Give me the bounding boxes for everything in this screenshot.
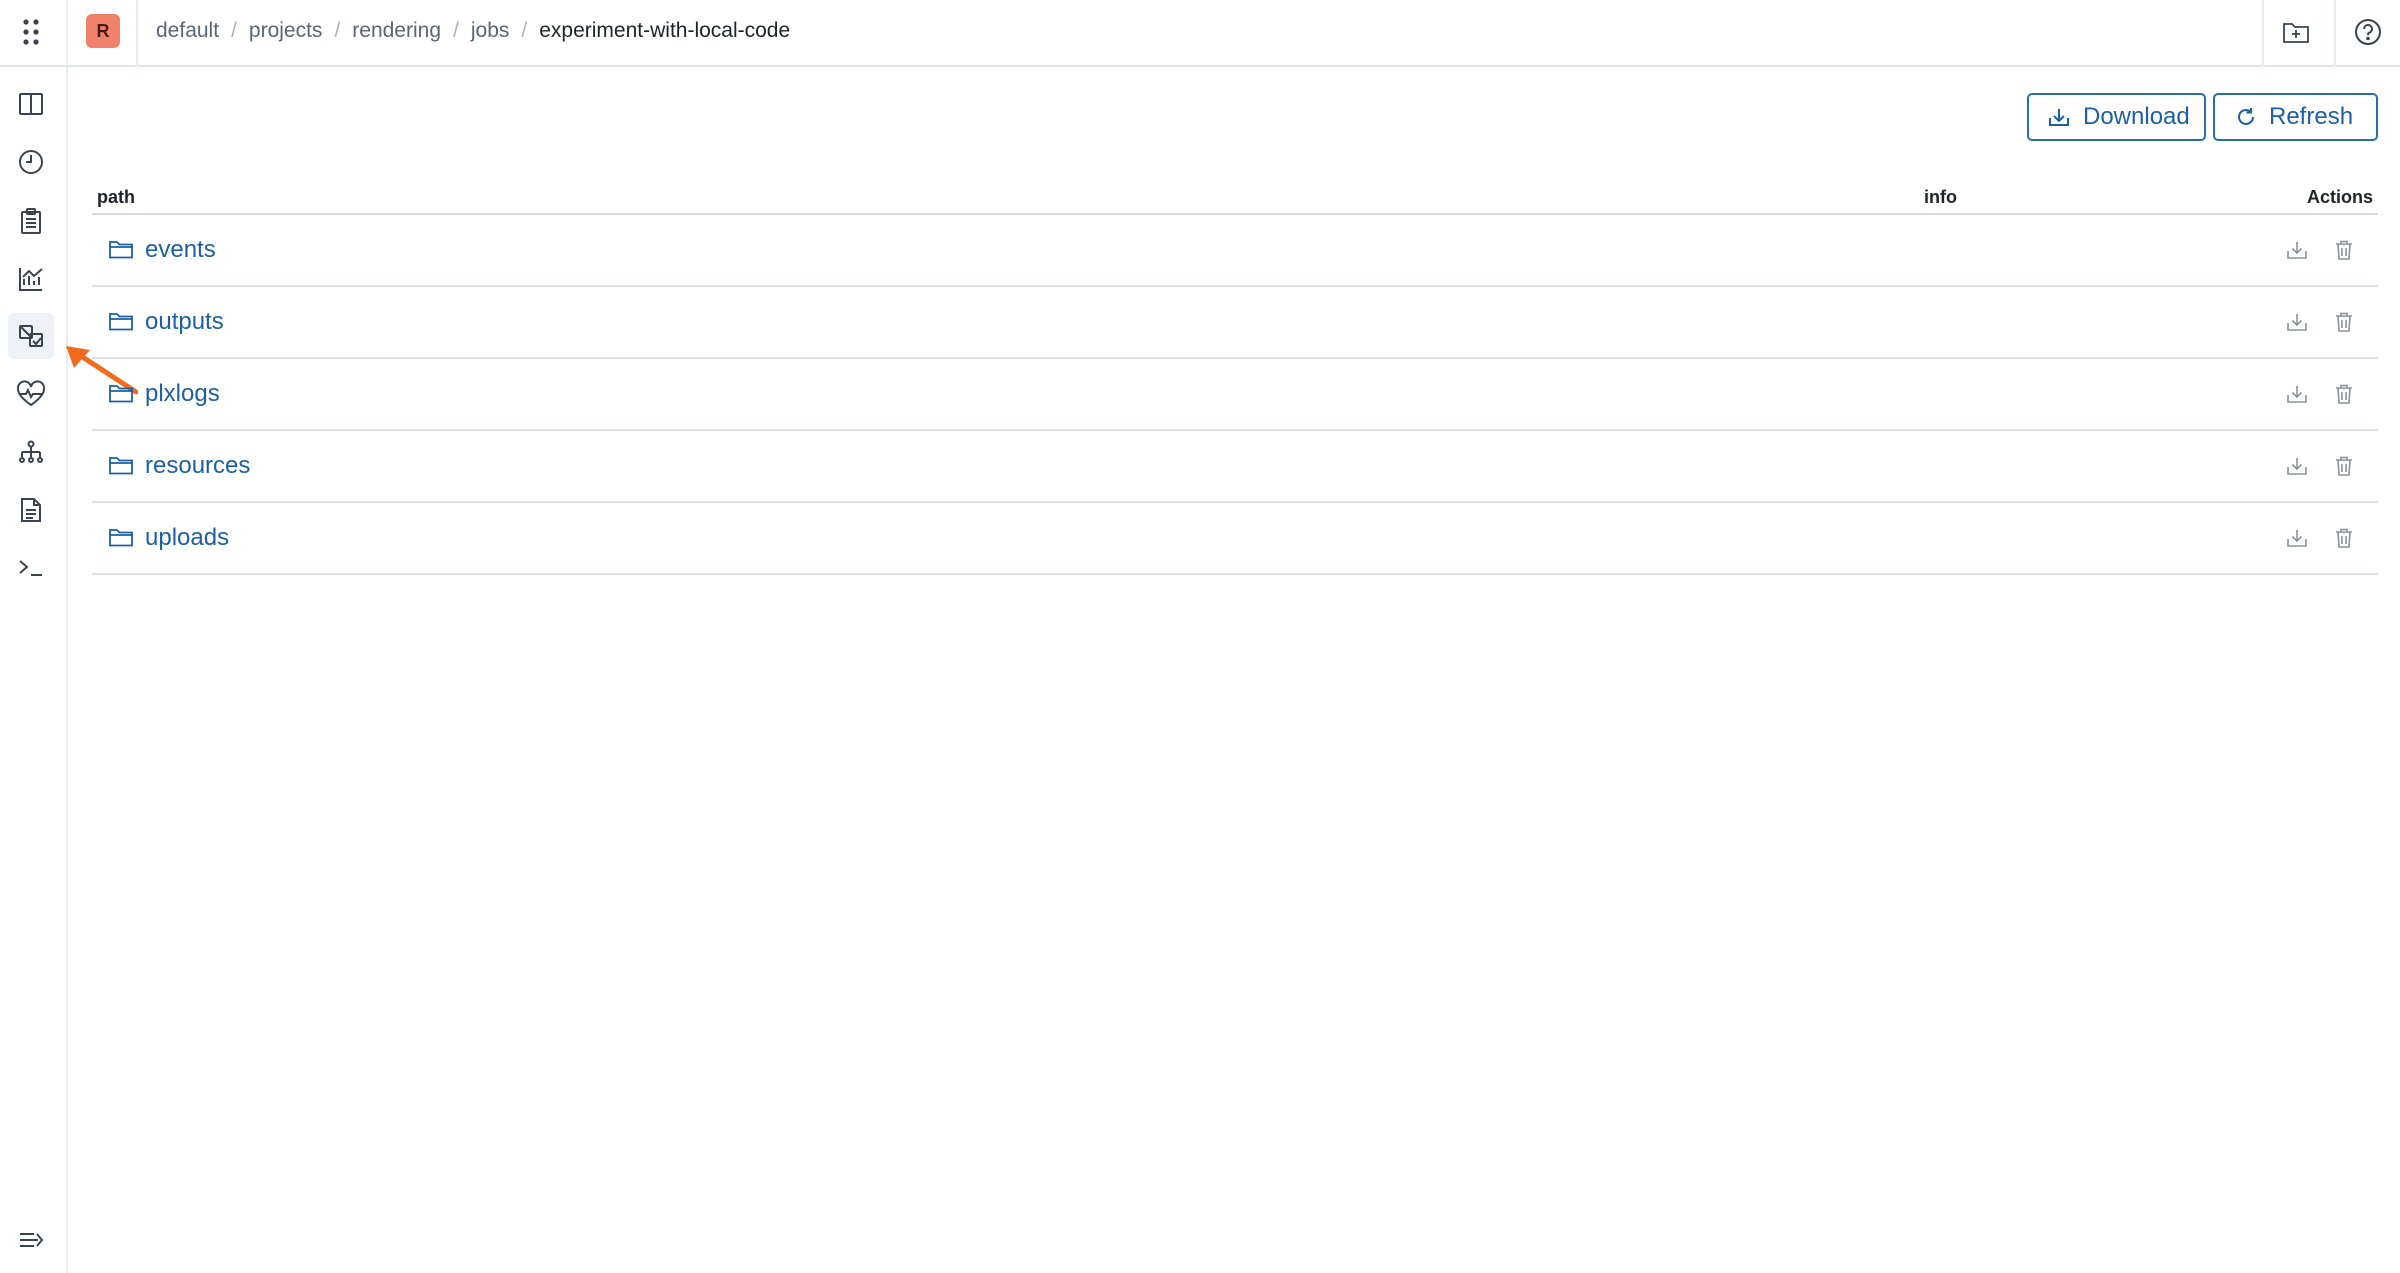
collapse-menu-icon[interactable]	[8, 1217, 54, 1263]
row-download-icon[interactable]	[2283, 380, 2311, 408]
folder-icon	[108, 310, 134, 332]
download-button[interactable]: Download	[2027, 93, 2206, 141]
folder-icon	[108, 454, 134, 476]
divider	[2334, 0, 2336, 67]
divider	[2262, 0, 2264, 67]
breadcrumb-item-projects[interactable]: projects	[249, 19, 323, 43]
divider	[136, 0, 138, 67]
column-header-info: info	[1924, 187, 1957, 207]
artifacts-icon[interactable]	[8, 313, 54, 359]
row-download-icon[interactable]	[2283, 452, 2311, 480]
download-button-label: Download	[2083, 103, 2190, 130]
grid-menu-icon[interactable]	[16, 14, 46, 50]
terminal-icon[interactable]	[8, 545, 54, 591]
folder-link[interactable]: uploads	[145, 524, 229, 552]
divider	[66, 0, 68, 67]
folder-link[interactable]: plxlogs	[145, 380, 220, 408]
table-row: plxlogs	[92, 359, 2378, 431]
breadcrumb-separator: /	[231, 19, 237, 42]
table-row: uploads	[92, 503, 2378, 575]
breadcrumb-separator: /	[334, 19, 341, 42]
document-icon[interactable]	[8, 487, 54, 533]
heart-pulse-icon[interactable]	[8, 371, 54, 417]
table-header: path info Actions	[92, 178, 2378, 215]
row-delete-icon[interactable]	[2330, 380, 2358, 408]
breadcrumb: default / projects / rendering / jobs / …	[156, 16, 790, 46]
refresh-icon	[2238, 108, 2254, 125]
table-row: events	[92, 215, 2378, 287]
top-bar: R default / projects / rendering / jobs …	[0, 0, 2400, 67]
refresh-button[interactable]: Refresh	[2213, 93, 2378, 141]
breadcrumb-item-default[interactable]: default	[156, 19, 219, 43]
breadcrumb-item-jobs[interactable]: jobs	[471, 19, 510, 43]
column-header-path: path	[97, 187, 135, 207]
row-download-icon[interactable]	[2283, 236, 2311, 264]
row-delete-icon[interactable]	[2330, 308, 2358, 336]
breadcrumb-separator: /	[521, 19, 528, 42]
artifacts-table: path info Actions events outputs plxlogs re…	[92, 178, 2378, 575]
column-header-actions: Actions	[2306, 187, 2373, 207]
folder-link[interactable]: events	[145, 236, 216, 264]
hierarchy-icon[interactable]	[8, 429, 54, 475]
row-download-icon[interactable]	[2283, 524, 2311, 552]
folder-link[interactable]: outputs	[145, 308, 224, 336]
refresh-button-label: Refresh	[2269, 103, 2354, 130]
breadcrumb-item-rendering[interactable]: rendering	[352, 19, 441, 43]
table-body: events outputs plxlogs resources uploads	[92, 215, 2378, 575]
chart-icon[interactable]	[8, 256, 54, 302]
sidebar	[0, 67, 68, 1273]
folder-icon	[108, 382, 134, 404]
folder-link[interactable]: resources	[145, 452, 250, 480]
row-delete-icon[interactable]	[2330, 236, 2358, 264]
download-icon	[2049, 109, 2069, 126]
table-row: outputs	[92, 287, 2378, 359]
breadcrumb-current: experiment-with-local-code	[539, 19, 791, 42]
help-icon[interactable]	[2352, 16, 2384, 48]
clock-icon[interactable]	[8, 139, 54, 185]
breadcrumb-separator: /	[453, 19, 459, 42]
row-download-icon[interactable]	[2283, 308, 2311, 336]
row-delete-icon[interactable]	[2330, 524, 2358, 552]
row-delete-icon[interactable]	[2330, 452, 2358, 480]
new-folder-icon[interactable]	[2280, 16, 2312, 48]
table-row: resources	[92, 431, 2378, 503]
folder-icon	[108, 526, 134, 548]
clipboard-icon[interactable]	[8, 198, 54, 244]
avatar[interactable]: R	[86, 14, 120, 48]
split-view-icon[interactable]	[8, 81, 54, 127]
folder-icon	[108, 238, 134, 260]
